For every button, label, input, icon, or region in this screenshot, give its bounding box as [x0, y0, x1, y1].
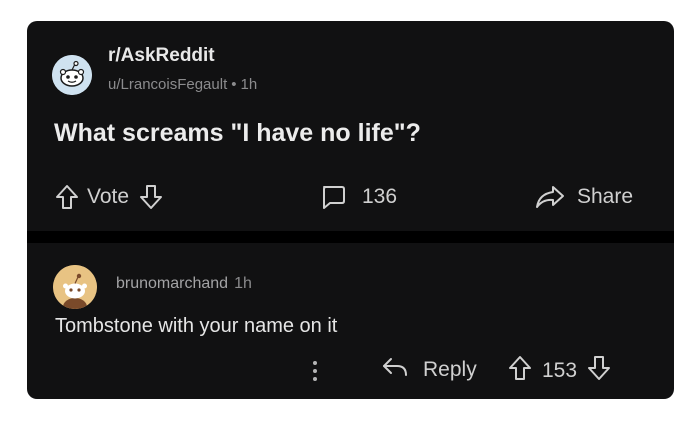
- upvote-icon[interactable]: [508, 355, 532, 387]
- meta-separator: •: [231, 76, 237, 93]
- upvote-icon[interactable]: [55, 184, 79, 210]
- vote-label: Vote: [87, 185, 130, 208]
- post-vote-bar: Vote: [55, 179, 163, 215]
- subreddit-avatar-icon[interactable]: [52, 55, 92, 95]
- post: r/AskReddit u/LrancoisFegault • 1h What sc…: [27, 21, 674, 231]
- user-avatar-icon[interactable]: [53, 265, 97, 309]
- share-button[interactable]: Share: [535, 179, 633, 215]
- downvote-icon[interactable]: [139, 184, 163, 210]
- share-label: Share: [577, 185, 634, 208]
- comments-button[interactable]: 136: [320, 179, 397, 215]
- downvote-icon[interactable]: [587, 355, 611, 387]
- reply-button[interactable]: Reply: [381, 355, 477, 385]
- comment-meta: brunomarchand 1h: [116, 275, 252, 293]
- comment-body: Tombstone with your name on it: [55, 315, 338, 337]
- post-age: 1h: [240, 76, 258, 93]
- subreddit-name[interactable]: r/AskReddit: [108, 45, 215, 67]
- comment-bubble-icon: [320, 184, 346, 210]
- post-meta: u/LrancoisFegault • 1h: [108, 76, 257, 93]
- section-divider: [27, 231, 674, 243]
- comment: brunomarchand 1h Tombstone with your name…: [27, 243, 674, 399]
- more-vertical-icon[interactable]: [309, 353, 321, 389]
- share-arrow-icon: [535, 184, 565, 210]
- post-card: r/AskReddit u/LrancoisFegault • 1h What sc…: [27, 21, 674, 399]
- comment-username[interactable]: brunomarchand: [116, 275, 228, 292]
- post-title[interactable]: What screams "I have no life"?: [54, 119, 421, 148]
- post-author[interactable]: u/LrancoisFegault: [108, 76, 227, 93]
- comment-score: 153: [542, 359, 578, 382]
- comment-count: 136: [362, 185, 398, 208]
- reply-arrow-icon: [381, 355, 409, 385]
- comment-vote-bar: 153: [508, 355, 611, 387]
- reply-label: Reply: [423, 358, 477, 381]
- comment-age: 1h: [234, 275, 252, 292]
